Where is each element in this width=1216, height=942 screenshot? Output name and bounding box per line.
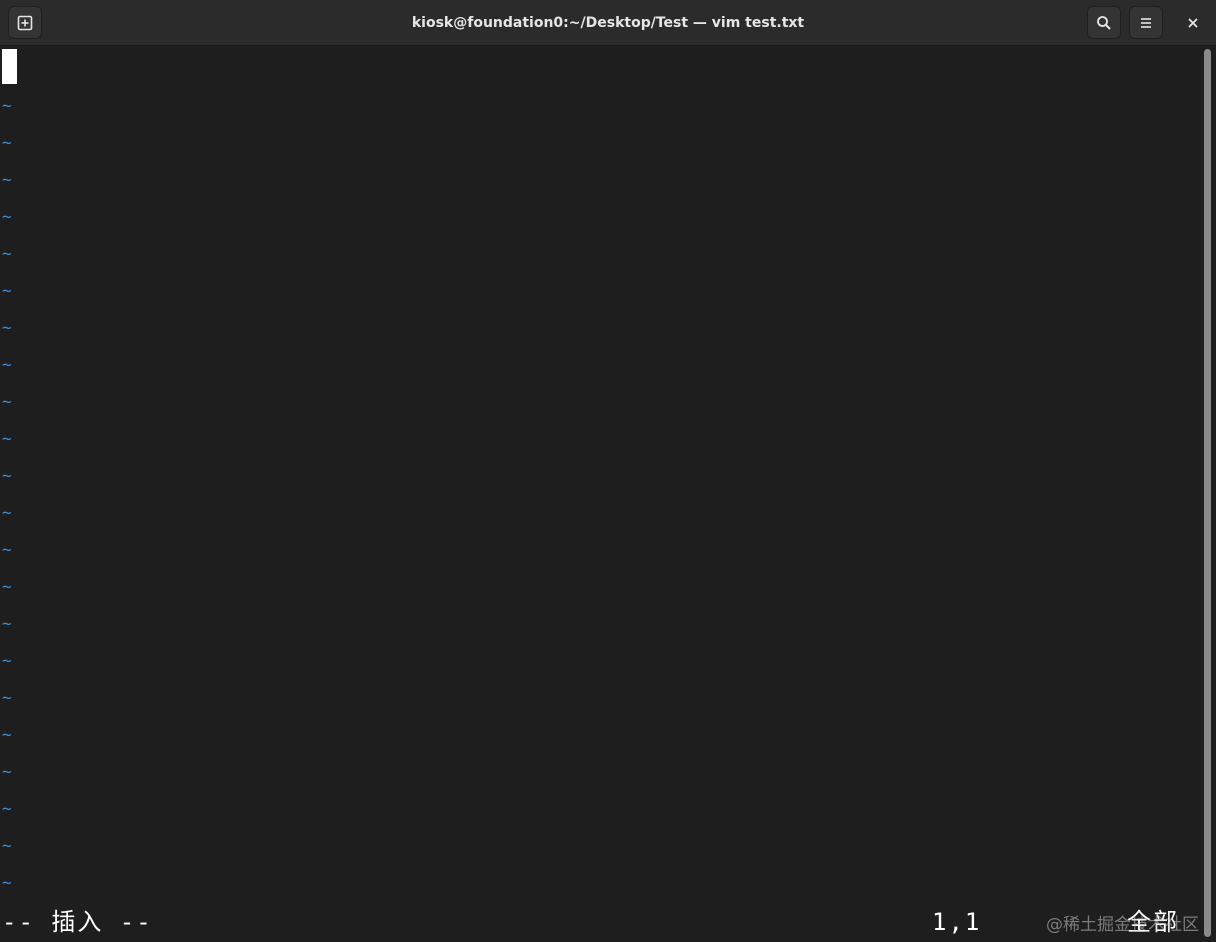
- empty-line-marker: ~: [2, 799, 12, 818]
- empty-line-marker: ~: [2, 96, 12, 115]
- empty-line-markers: ~ ~ ~ ~ ~ ~ ~ ~ ~ ~ ~ ~ ~ ~ ~ ~ ~ ~ ~ ~ …: [2, 87, 12, 901]
- empty-line-marker: ~: [2, 466, 12, 485]
- new-tab-button[interactable]: [8, 6, 42, 39]
- close-button[interactable]: [1176, 6, 1210, 39]
- empty-line-marker: ~: [2, 244, 12, 263]
- empty-line-marker: ~: [2, 762, 12, 781]
- empty-line-marker: ~: [2, 651, 12, 670]
- search-icon: [1097, 15, 1111, 30]
- empty-line-marker: ~: [2, 170, 12, 189]
- text-cursor: [2, 49, 17, 84]
- empty-line-marker: ~: [2, 392, 12, 411]
- scrollbar-thumb[interactable]: [1204, 49, 1211, 937]
- empty-line-marker: ~: [2, 207, 12, 226]
- empty-line-marker: ~: [2, 577, 12, 596]
- empty-line-marker: ~: [2, 355, 12, 374]
- cursor-position: 1,1: [932, 908, 982, 936]
- empty-line-marker: ~: [2, 429, 12, 448]
- menu-button[interactable]: [1129, 6, 1163, 39]
- empty-line-marker: ~: [2, 281, 12, 300]
- vertical-scrollbar[interactable]: [1200, 47, 1216, 942]
- empty-line-marker: ~: [2, 503, 12, 522]
- empty-line-marker: ~: [2, 836, 12, 855]
- empty-line-marker: ~: [2, 540, 12, 559]
- empty-line-marker: ~: [2, 614, 12, 633]
- new-tab-icon: [17, 15, 33, 30]
- watermark: @稀土掘金技术社区: [1046, 915, 1199, 935]
- terminal-window: kiosk@foundation0:~/Desktop/Test — vim t…: [0, 0, 1216, 942]
- title-bar: kiosk@foundation0:~/Desktop/Test — vim t…: [0, 0, 1216, 46]
- empty-line-marker: ~: [2, 688, 12, 707]
- hamburger-menu-icon: [1141, 17, 1151, 28]
- empty-line-marker: ~: [2, 725, 12, 744]
- empty-line-marker: ~: [2, 318, 12, 337]
- mode-indicator: -- 插入 --: [2, 908, 153, 936]
- close-icon: [1188, 17, 1198, 28]
- window-title: kiosk@foundation0:~/Desktop/Test — vim t…: [411, 15, 805, 31]
- empty-line-marker: ~: [2, 873, 12, 892]
- empty-line-marker: ~: [2, 133, 12, 152]
- vim-editor-area[interactable]: ~ ~ ~ ~ ~ ~ ~ ~ ~ ~ ~ ~ ~ ~ ~ ~ ~ ~ ~ ~ …: [0, 47, 1200, 942]
- vim-status-line: -- 插入 -- 1,1 全部: [0, 902, 1200, 942]
- search-button[interactable]: [1087, 6, 1121, 39]
